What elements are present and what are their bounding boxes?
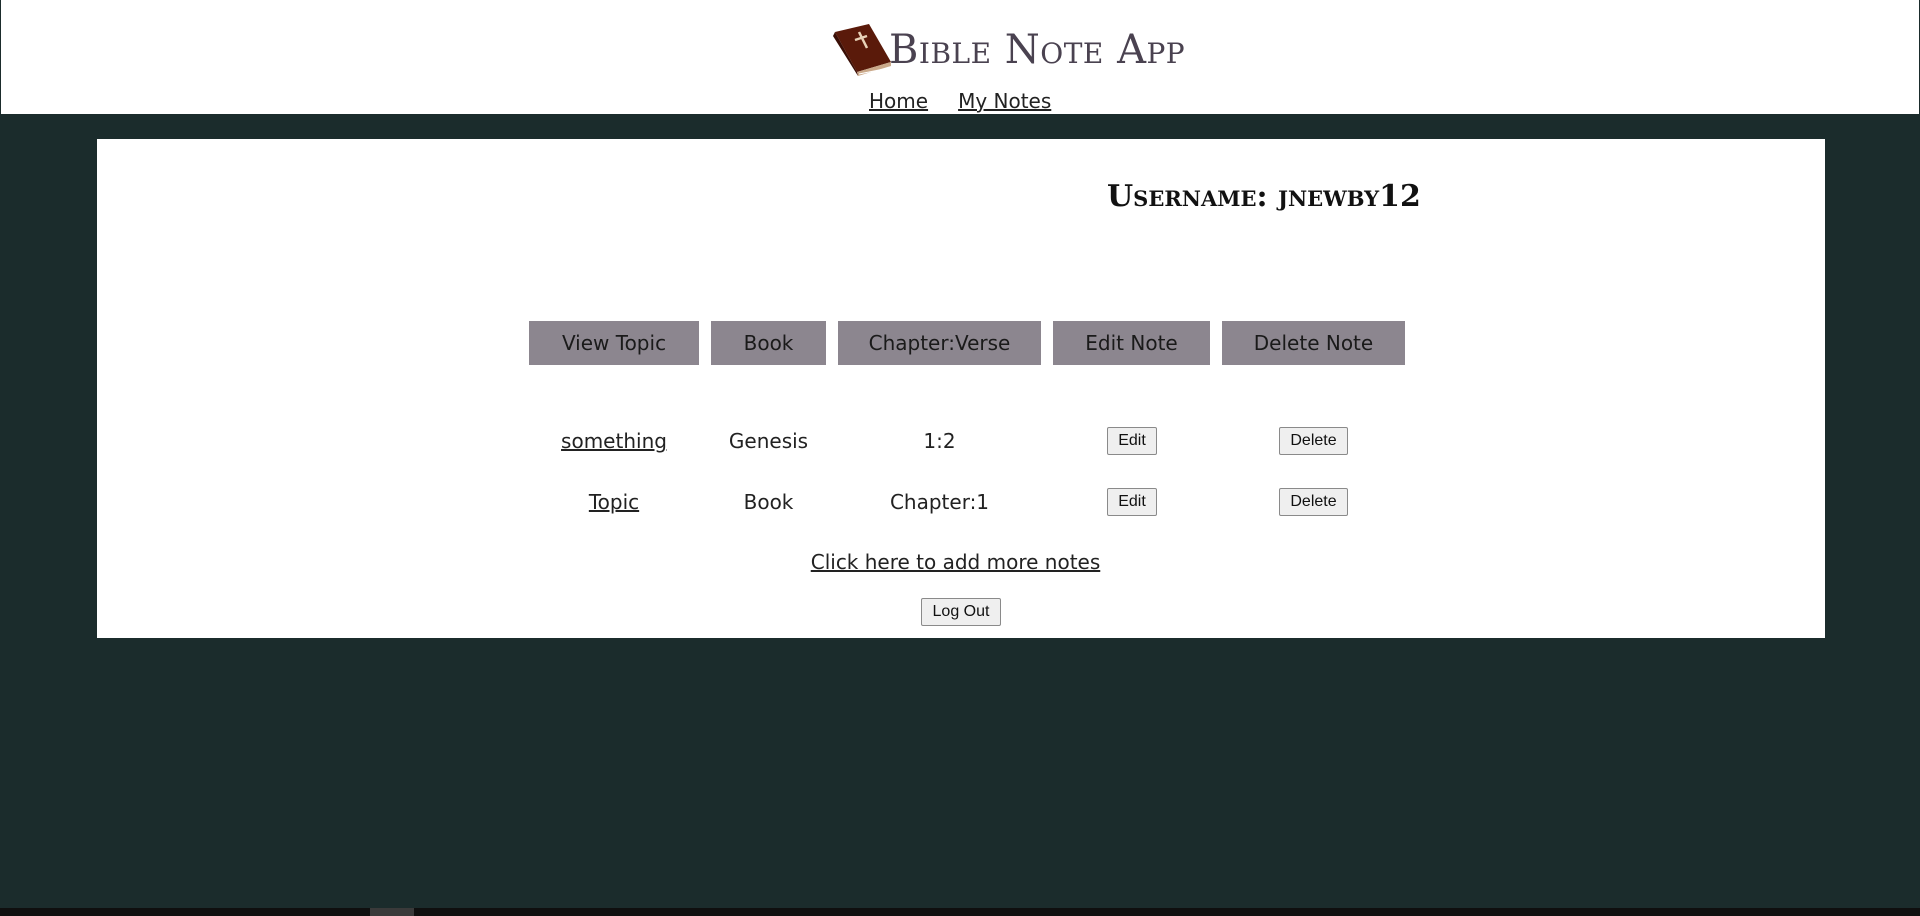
add-notes-row: Click here to add more notes [97,549,1814,575]
column-header-chapter-verse[interactable]: Chapter:Verse [838,321,1041,365]
delete-button[interactable]: Delete [1279,488,1348,516]
edit-button[interactable]: Edit [1107,488,1157,516]
column-header-view-topic[interactable]: View Topic [529,321,699,365]
add-more-notes-link[interactable]: Click here to add more notes [811,550,1101,574]
taskbar-item [370,908,414,916]
nav-link-home[interactable]: Home [869,88,928,114]
taskbar-strip [0,908,1920,916]
edit-button[interactable]: Edit [1107,427,1157,455]
delete-button[interactable]: Delete [1279,427,1348,455]
table-row-1-topic: something [529,428,699,454]
topic-link[interactable]: something [561,429,667,453]
column-header-edit-note[interactable]: Edit Note [1053,321,1210,365]
column-header-book[interactable]: Book [711,321,826,365]
main-nav: Home My Notes [869,88,1051,114]
topic-link[interactable]: Topic [589,490,639,514]
bible-book-icon [833,24,891,76]
table-row-2-chapter-verse: Chapter:1 [889,490,990,514]
table-row-2-topic: Topic [529,489,699,515]
table-row-2-book: Book [743,490,794,514]
table-row-1-book: Genesis [728,429,809,453]
notes-panel: Username: jnewby12 View Topic Book Chapt… [97,139,1825,638]
brand[interactable]: Bible Note App [829,22,1185,78]
nav-link-my-notes[interactable]: My Notes [958,88,1051,114]
username-heading: Username: jnewby12 [1107,179,1421,214]
column-header-delete-note[interactable]: Delete Note [1222,321,1405,365]
app-title: Bible Note App [889,27,1186,73]
log-out-button[interactable]: Log Out [921,598,1001,626]
table-row-1-chapter-verse: 1:2 [923,429,956,453]
site-header: Bible Note App Home My Notes [1,0,1919,114]
